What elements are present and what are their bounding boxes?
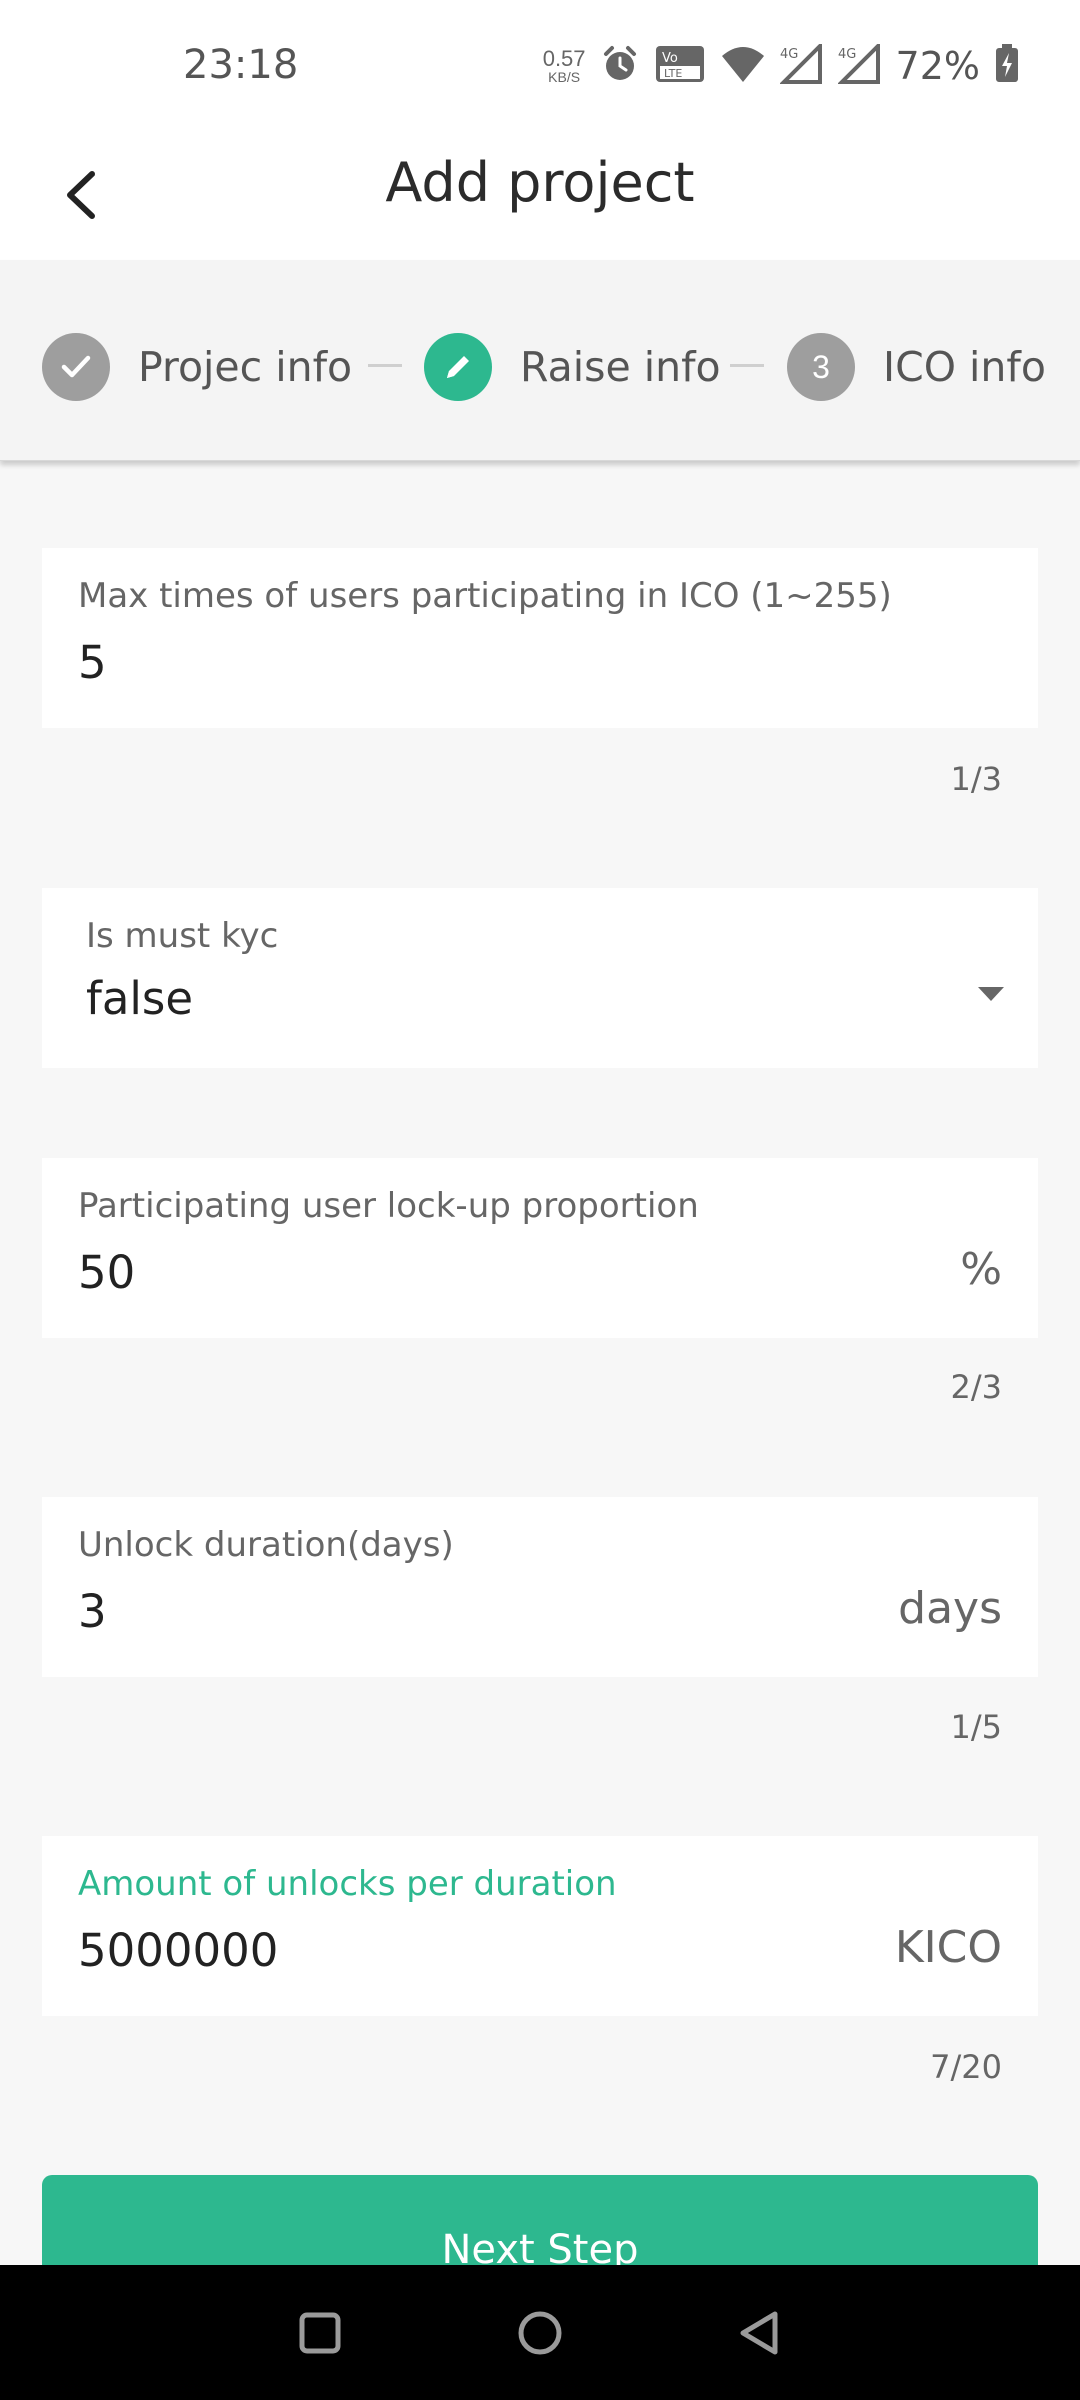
max-times-input[interactable]	[78, 636, 838, 689]
home-button[interactable]	[500, 2293, 580, 2373]
unlock-amount-field[interactable]: Amount of unlocks per duration KICO	[42, 1836, 1038, 2016]
net-speed-value: 0.57	[542, 46, 586, 71]
char-counter: 1/3	[950, 760, 1003, 798]
svg-text:Vo: Vo	[662, 51, 678, 66]
dropdown-arrow-icon[interactable]	[966, 974, 1016, 1014]
back-arrow-icon	[67, 171, 95, 219]
system-back-button[interactable]	[720, 2293, 800, 2373]
char-counter: 2/3	[950, 1368, 1003, 1406]
char-counter: 7/20	[930, 2048, 1002, 2086]
status-bar: 23:18 0.57 KB/S Vo LTE 4G 4G 72%	[0, 0, 1080, 130]
step-label: Raise info	[520, 343, 721, 391]
step-project-info[interactable]: Projec info	[42, 332, 352, 402]
svg-text:4G: 4G	[780, 47, 798, 62]
must-kyc-value: false	[86, 972, 194, 1025]
recent-apps-icon	[299, 2312, 341, 2354]
kico-suffix: KICO	[894, 1922, 1002, 1973]
back-triangle-icon	[740, 2311, 778, 2355]
step-ico-info[interactable]: 3 ICO info	[787, 332, 1046, 402]
check-icon	[61, 355, 91, 378]
volte-icon: Vo LTE	[654, 44, 706, 89]
percent-suffix: %	[960, 1244, 1002, 1295]
field-label: Max times of users participating in ICO …	[78, 576, 892, 616]
pencil-icon	[447, 356, 469, 378]
svg-text:LTE: LTE	[664, 67, 682, 80]
signal-4g-icon: 4G	[778, 40, 824, 89]
status-icons: 0.57 KB/S Vo LTE 4G 4G 72%	[543, 36, 1020, 96]
signal-4g-icon: 4G	[836, 40, 882, 89]
battery-percent: 72%	[895, 44, 980, 88]
field-label: Unlock duration(days)	[78, 1525, 454, 1565]
step-number-circle: 3	[787, 333, 855, 401]
net-speed: 0.57 KB/S	[542, 46, 586, 85]
unlock-duration-field[interactable]: Unlock duration(days) days	[42, 1497, 1038, 1677]
page-title: Add project	[385, 151, 695, 214]
wifi-icon	[720, 44, 766, 89]
step-separator	[368, 364, 402, 367]
step-done-circle	[42, 333, 110, 401]
step-label: Projec info	[138, 343, 353, 391]
svg-text:4G: 4G	[838, 47, 856, 62]
max-times-field[interactable]: Max times of users participating in ICO …	[42, 548, 1038, 728]
must-kyc-select[interactable]: Is must kyc false	[42, 888, 1038, 1068]
field-label-focused: Amount of unlocks per duration	[78, 1864, 617, 1904]
step-label: ICO info	[883, 343, 1046, 391]
step-current-circle	[424, 333, 492, 401]
app-header: Add project	[0, 130, 1080, 260]
lockup-proportion-input[interactable]	[78, 1246, 838, 1299]
step-separator	[730, 364, 764, 367]
field-label: Is must kyc	[86, 916, 279, 956]
days-suffix: days	[898, 1583, 1002, 1634]
status-time: 23:18	[183, 42, 299, 88]
home-icon	[518, 2311, 562, 2355]
char-counter: 1/5	[950, 1708, 1003, 1746]
stepper: Projec info Raise info 3 ICO info	[0, 260, 1080, 461]
unlock-duration-input[interactable]	[78, 1585, 838, 1638]
net-speed-unit: KB/S	[548, 69, 581, 85]
step-raise-info[interactable]: Raise info	[424, 332, 721, 402]
recent-apps-button[interactable]	[280, 2293, 360, 2373]
lockup-proportion-field[interactable]: Participating user lock-up proportion %	[42, 1158, 1038, 1338]
alarm-icon	[600, 44, 640, 89]
battery-charging-icon	[994, 43, 1020, 89]
field-label: Participating user lock-up proportion	[78, 1186, 699, 1226]
navigation-bar	[0, 2265, 1080, 2400]
back-button[interactable]	[40, 155, 120, 235]
unlock-amount-input[interactable]	[78, 1924, 838, 1977]
